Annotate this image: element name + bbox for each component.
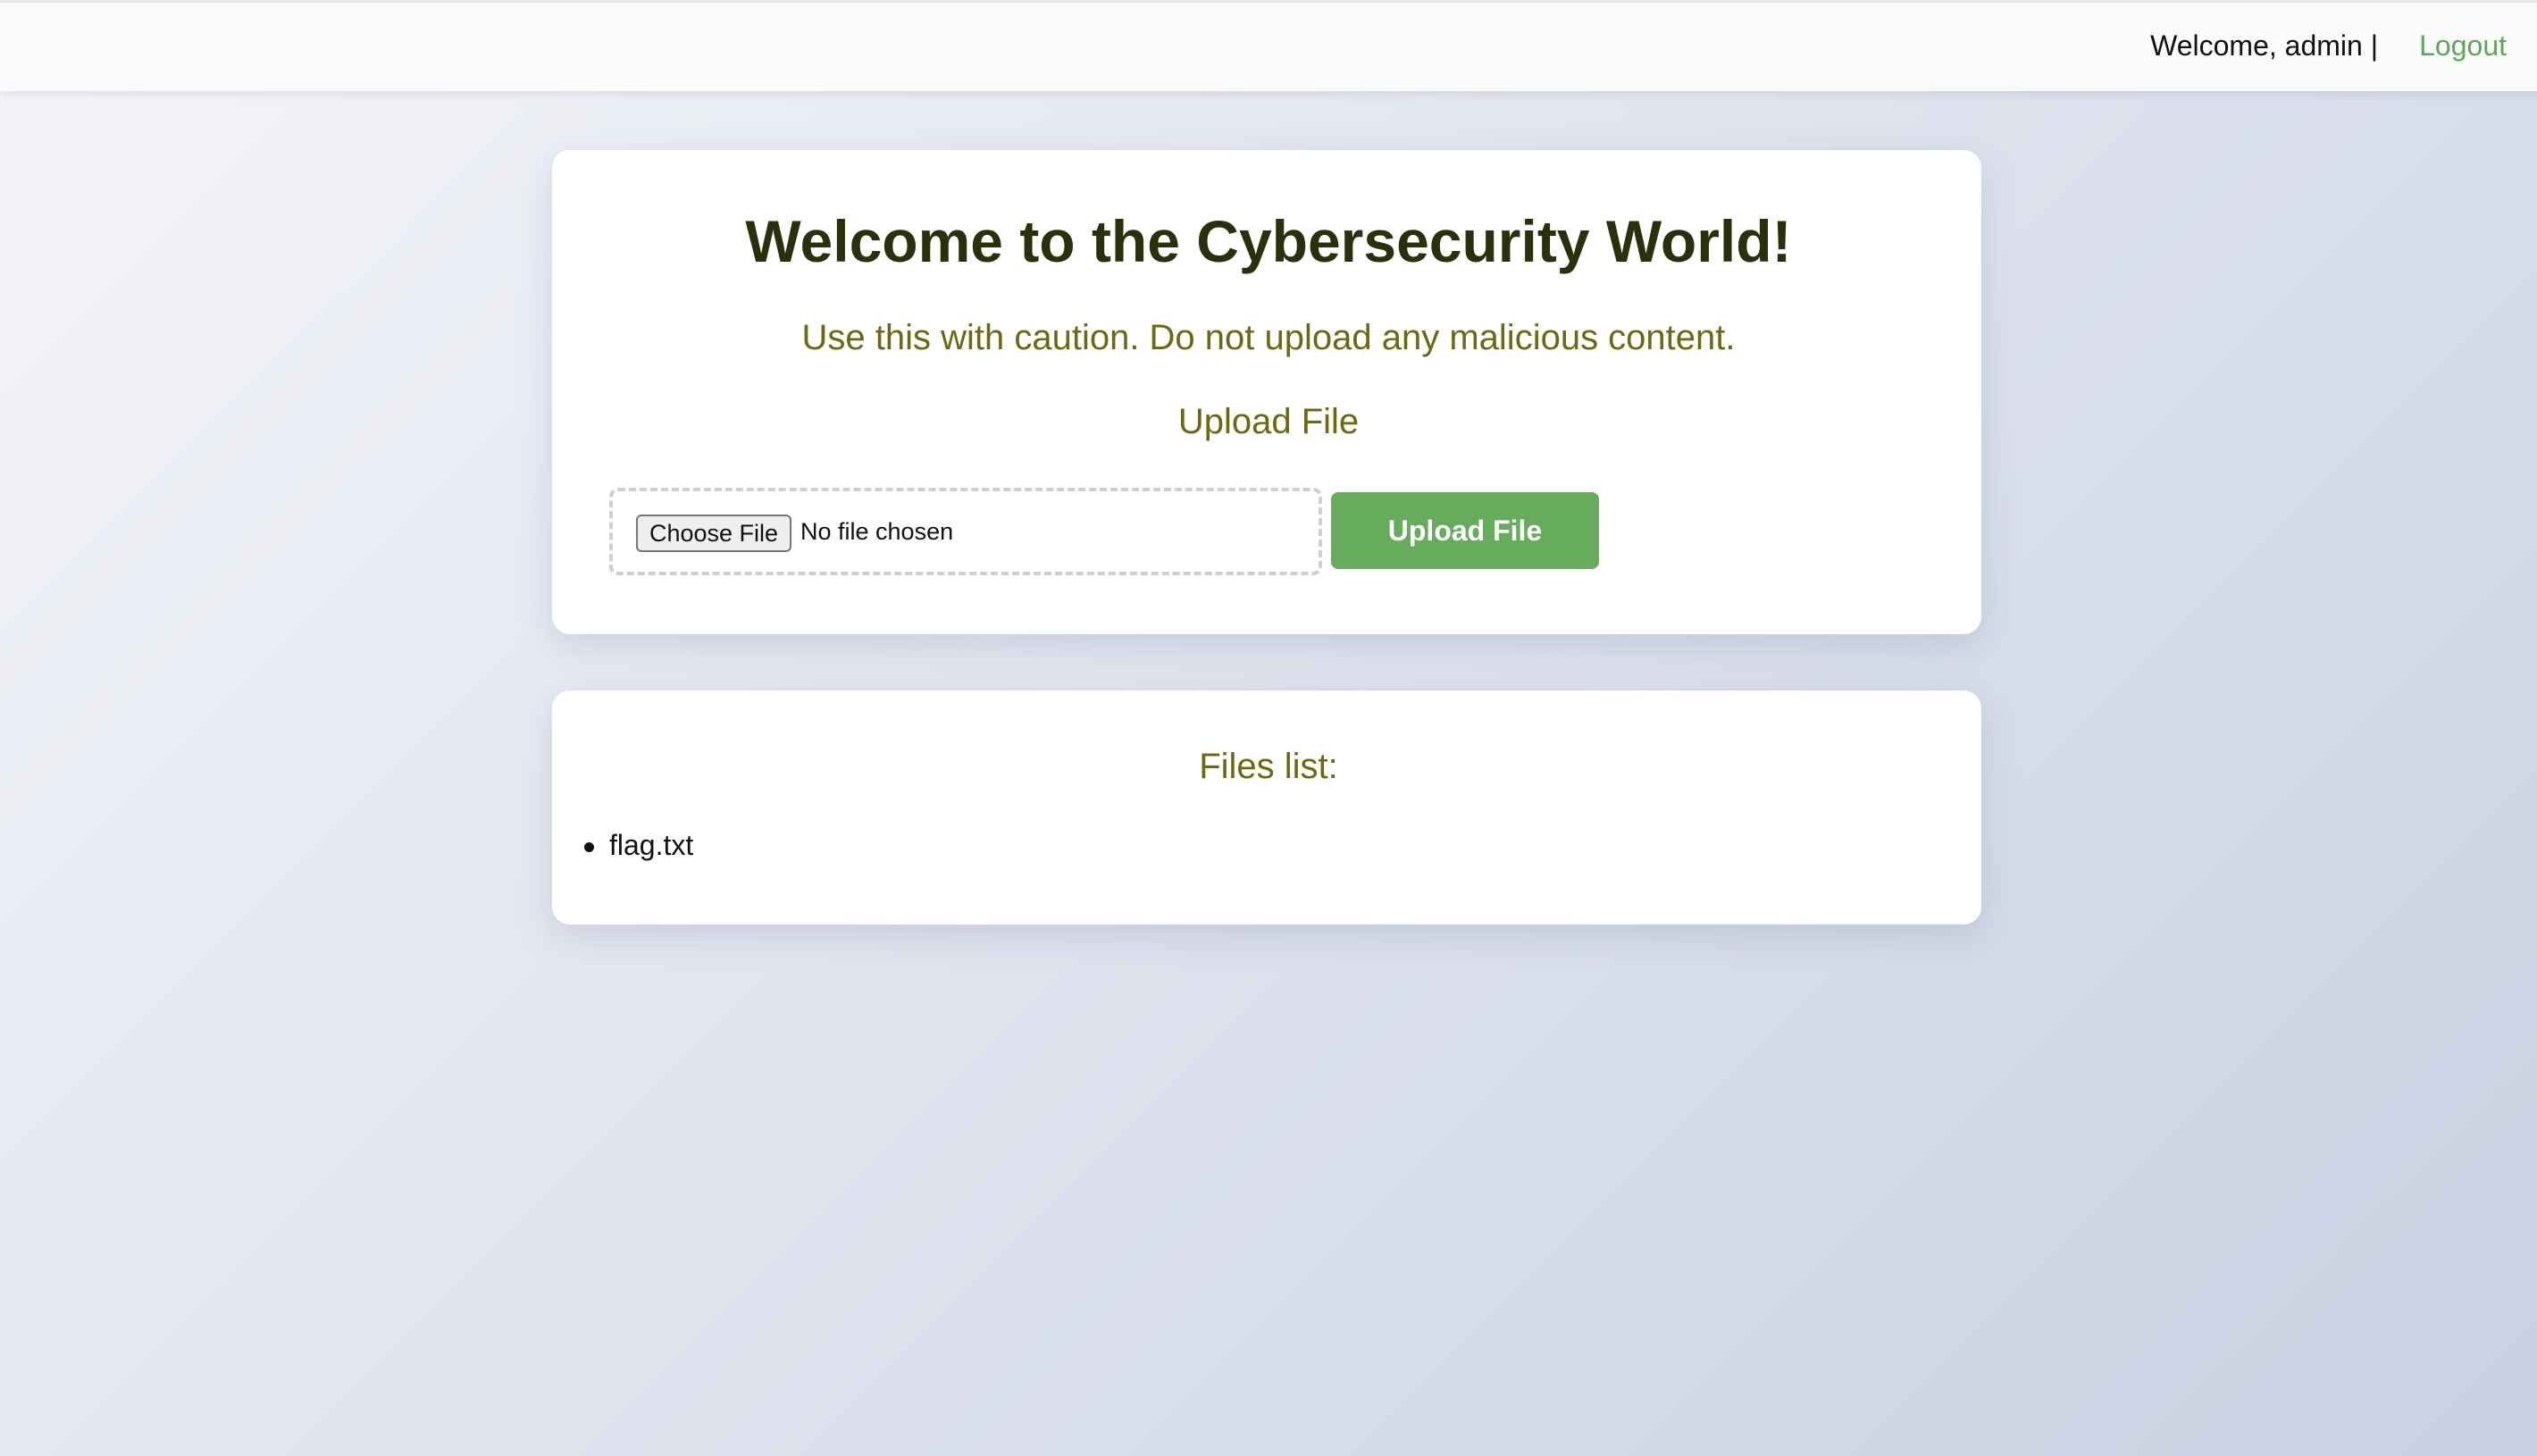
file-list-item[interactable]: flag.txt: [581, 829, 693, 862]
files-card: [552, 690, 1981, 925]
bullet-icon: [584, 842, 594, 852]
upload-file-button[interactable]: Upload File: [1331, 492, 1599, 569]
caution-subtitle: Use this with caution. Do not upload any…: [801, 318, 1736, 357]
files-list-heading: Files list:: [1199, 747, 1338, 786]
welcome-user-text: Welcome, admin |: [2150, 29, 2378, 62]
file-status-text: No file chosen: [800, 518, 954, 545]
logout-link[interactable]: Logout: [2419, 29, 2507, 63]
file-name: flag.txt: [609, 829, 694, 861]
page-title: Welcome to the Cybersecurity World!: [745, 208, 1792, 274]
file-list: flag.txt: [581, 829, 693, 862]
choose-file-button[interactable]: Choose File: [636, 515, 791, 552]
upload-section-heading: Upload File: [1177, 402, 1360, 441]
file-input-dropzone[interactable]: Choose File No file chosen: [609, 488, 1322, 575]
top-navbar: Welcome, admin | Logout: [0, 0, 2537, 91]
